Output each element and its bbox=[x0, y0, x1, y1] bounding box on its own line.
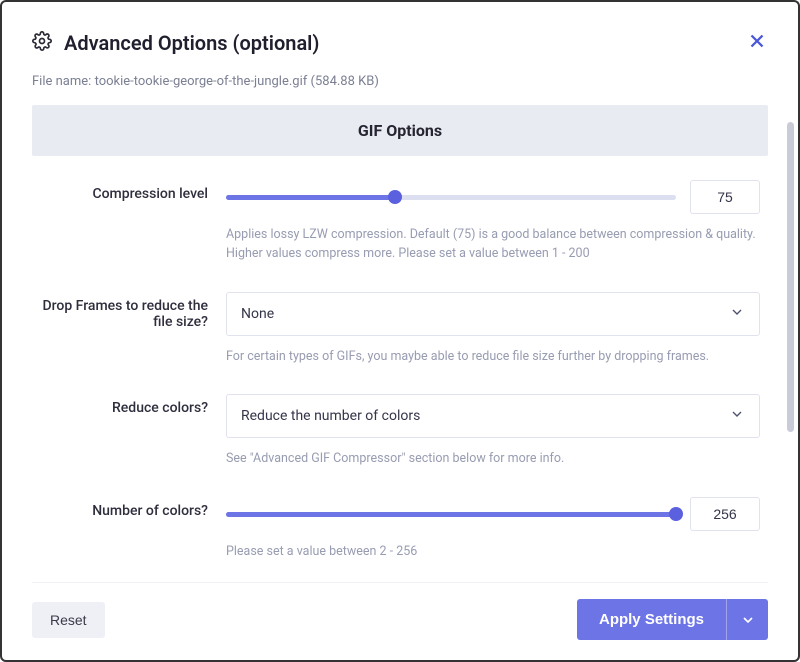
apply-settings-button[interactable]: Apply Settings bbox=[577, 599, 726, 640]
filename-size: (584.88 KB) bbox=[311, 74, 379, 89]
drop-frames-select[interactable]: None bbox=[226, 292, 760, 336]
num-colors-input[interactable] bbox=[690, 497, 760, 531]
close-icon[interactable] bbox=[746, 30, 768, 56]
compression-input[interactable] bbox=[690, 180, 760, 214]
reduce-colors-hint: See "Advanced GIF Compressor" section be… bbox=[226, 450, 760, 469]
compression-fill bbox=[226, 195, 395, 200]
chevron-down-icon bbox=[729, 304, 745, 324]
reduce-colors-label: Reduce colors? bbox=[40, 394, 208, 493]
section-header: GIF Options bbox=[32, 105, 768, 156]
compression-slider[interactable] bbox=[226, 187, 676, 207]
reset-button[interactable]: Reset bbox=[32, 602, 105, 638]
num-colors-hint: Please set a value between 2 - 256 bbox=[226, 543, 760, 562]
options-body: Compression level Applies lossy LZW comp… bbox=[32, 156, 768, 574]
apply-dropdown-button[interactable] bbox=[726, 599, 768, 640]
compression-hint: Applies lossy LZW compression. Default (… bbox=[226, 226, 760, 264]
row-reduce-colors: Reduce colors? Reduce the number of colo… bbox=[40, 394, 760, 493]
drop-frames-control: None For certain types of GIFs, you mayb… bbox=[226, 292, 760, 391]
modal-header: Advanced Options (optional) bbox=[32, 30, 768, 56]
row-drop-frames: Drop Frames to reduce the file size? Non… bbox=[40, 292, 760, 391]
chevron-down-icon bbox=[729, 406, 745, 426]
compression-thumb[interactable] bbox=[388, 190, 402, 204]
reduce-colors-select[interactable]: Reduce the number of colors bbox=[226, 394, 760, 438]
reduce-colors-control: Reduce the number of colors See "Advance… bbox=[226, 394, 760, 493]
num-colors-thumb[interactable] bbox=[669, 507, 683, 521]
filename-row: File name: tookie-tookie-george-of-the-j… bbox=[32, 74, 768, 89]
gear-icon bbox=[32, 31, 52, 55]
compression-label: Compression level bbox=[40, 180, 208, 288]
num-colors-fill bbox=[226, 512, 676, 517]
num-colors-label: Number of colors? bbox=[40, 497, 208, 574]
num-colors-control: Please set a value between 2 - 256 bbox=[226, 497, 760, 574]
row-num-colors: Number of colors? Please set a value bet… bbox=[40, 497, 760, 574]
apply-button-group: Apply Settings bbox=[577, 599, 768, 640]
modal-title: Advanced Options (optional) bbox=[64, 31, 319, 55]
scrollbar-thumb[interactable] bbox=[787, 122, 794, 432]
drop-frames-label: Drop Frames to reduce the file size? bbox=[40, 292, 208, 391]
compression-control: Applies lossy LZW compression. Default (… bbox=[226, 180, 760, 288]
filename-label: File name: bbox=[32, 74, 91, 89]
title-wrap: Advanced Options (optional) bbox=[32, 31, 319, 55]
row-compression: Compression level Applies lossy LZW comp… bbox=[40, 180, 760, 288]
reduce-colors-selected: Reduce the number of colors bbox=[241, 408, 420, 424]
drop-frames-selected: None bbox=[241, 306, 274, 322]
num-colors-slider[interactable] bbox=[226, 504, 676, 524]
filename-value: tookie-tookie-george-of-the-jungle.gif bbox=[95, 74, 308, 89]
drop-frames-hint: For certain types of GIFs, you maybe abl… bbox=[226, 348, 760, 367]
modal-footer: Reset Apply Settings bbox=[32, 582, 768, 660]
advanced-options-modal: Advanced Options (optional) File name: t… bbox=[2, 2, 798, 660]
